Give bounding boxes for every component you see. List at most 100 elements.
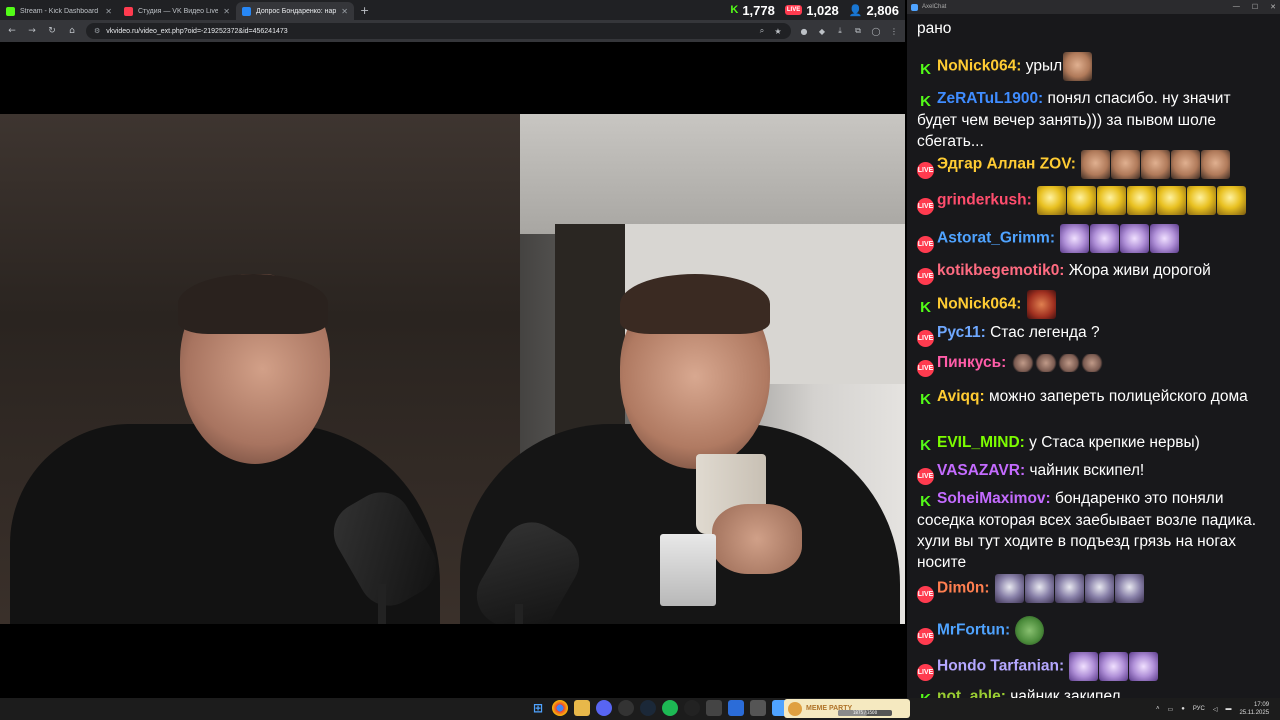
network-icon[interactable]: ▭: [1168, 706, 1174, 713]
kick-platform-icon: K: [920, 437, 931, 454]
chat-username[interactable]: EVIL_MIND:: [937, 434, 1025, 451]
chat-message: K SoheiMaximov: бондаренко это поняли сос…: [917, 488, 1267, 573]
tab-kick-dashboard[interactable]: Stream - Kick Dashboard ✕: [0, 2, 118, 20]
coin-emote-icon: [1097, 186, 1127, 215]
kick-platform-icon: K: [920, 298, 931, 316]
site-info-icon[interactable]: ⚙: [94, 27, 100, 35]
chat-username[interactable]: grinderkush:: [937, 192, 1032, 209]
total-viewers: 👤 2,806: [849, 3, 899, 18]
zoom-icon[interactable]: ⌕: [757, 26, 767, 36]
vk-video-favicon-icon: [242, 6, 251, 16]
chat-message: LIVE Astorat_Grimm:: [917, 224, 1267, 253]
video-player[interactable]: [0, 114, 905, 624]
chat-username[interactable]: Пинкусь:: [937, 354, 1006, 371]
chat-username[interactable]: NoNick064:: [937, 58, 1021, 75]
hand-emote-icon: [1057, 353, 1080, 372]
vk-live-platform-icon: LIVE: [917, 330, 934, 347]
app-icon[interactable]: [750, 700, 766, 716]
forward-icon[interactable]: →: [26, 26, 38, 36]
chat-message-text: у Стаса крепкие нервы): [1029, 434, 1200, 451]
home-icon[interactable]: ⌂: [66, 26, 78, 36]
battery-icon[interactable]: ▬: [1225, 706, 1231, 712]
vk-live-platform-icon: LIVE: [917, 360, 934, 377]
meme-party-widget[interactable]: MEME PARTY 1875 / 3500: [784, 699, 910, 718]
github-icon[interactable]: [684, 700, 700, 716]
chat-message: K NoNick064:: [917, 290, 1267, 319]
chat-username[interactable]: NoNick064:: [937, 296, 1021, 313]
chat-username[interactable]: SoheiMaximov:: [937, 490, 1051, 507]
chat-message: рано: [917, 18, 1267, 39]
chat-window-title: AxelChat: [922, 4, 947, 10]
chrome-icon[interactable]: [552, 700, 568, 716]
owl-emote-icon: [1114, 574, 1144, 603]
kick-favicon-icon: [6, 6, 15, 16]
chat-message: LIVE kotikbegemotik0: Жора живи дорогой: [917, 260, 1267, 285]
download-icon[interactable]: ⤓: [835, 26, 845, 36]
microphone-icon[interactable]: ●: [1181, 706, 1185, 712]
purple-emote-icon: [1099, 652, 1129, 681]
background-window: [520, 114, 905, 234]
chat-message-text: Жора живи дорогой: [1068, 262, 1211, 279]
chat-username[interactable]: kotikbegemotik0:: [937, 262, 1064, 279]
clock[interactable]: 17:09 25.11.2025: [1239, 701, 1269, 717]
page-viewport: [0, 42, 905, 698]
browser-toolbar: ← → ↻ ⌂ ⚙ vkvideo.ru/video_ext.php?oid=-…: [0, 20, 905, 42]
chat-username[interactable]: VASAZAVR:: [937, 462, 1025, 479]
close-icon[interactable]: ✕: [1270, 3, 1276, 11]
purple-emote-icon: [1129, 652, 1159, 681]
chat-message: LIVE Рус11: Стас легенда ?: [917, 322, 1267, 347]
address-bar[interactable]: ⚙ vkvideo.ru/video_ext.php?oid=-21925237…: [86, 23, 791, 39]
chat-username[interactable]: Dim0n:: [937, 580, 990, 597]
chat-username[interactable]: ZeRATuL1900:: [937, 90, 1043, 107]
extension-icon[interactable]: ◆: [817, 27, 827, 36]
coin-emote-icon: [1157, 186, 1187, 215]
minimize-icon[interactable]: —: [1233, 3, 1240, 11]
chat-message: K NoNick064: урыл: [917, 52, 1267, 81]
new-tab-button[interactable]: +: [360, 4, 369, 17]
kick-viewer-count: 1,778: [742, 2, 775, 18]
microphone-stand-left: [378, 584, 386, 624]
kick-platform-icon: K: [920, 60, 931, 78]
app-icon[interactable]: [706, 700, 722, 716]
extension-icon[interactable]: ●: [799, 27, 809, 36]
taskbar: ⊞ MEME PARTY 1875 / 3500 ˄ ▭ ● РУС ◁ ▬ 1…: [0, 698, 1280, 720]
start-icon[interactable]: ⊞: [530, 700, 546, 716]
vk-live-icon: LIVE: [784, 5, 803, 15]
menu-icon[interactable]: ⋮: [889, 27, 899, 36]
tab-vk-studio[interactable]: Студия — VK Видео Live ✕: [118, 2, 236, 20]
close-icon[interactable]: ✕: [341, 7, 348, 16]
chat-username[interactable]: Aviqq:: [937, 388, 985, 405]
chat-username[interactable]: Рус11:: [937, 324, 986, 341]
close-icon[interactable]: ✕: [223, 7, 230, 16]
steam-icon[interactable]: [640, 700, 656, 716]
maximize-icon[interactable]: ☐: [1252, 3, 1258, 11]
back-icon[interactable]: ←: [6, 26, 18, 36]
chat-username[interactable]: MrFortun:: [937, 622, 1010, 639]
widget-progress-text: 1875 / 3500: [852, 710, 878, 715]
chat-username[interactable]: Hondo Tarfanian:: [937, 658, 1064, 675]
owl-emote-icon: [994, 574, 1024, 603]
discord-icon[interactable]: [596, 700, 612, 716]
profile-icon[interactable]: ◯: [871, 27, 881, 36]
volume-icon[interactable]: ◁: [1213, 706, 1218, 713]
purple-emote-icon: [1150, 224, 1180, 253]
obs-icon[interactable]: [618, 700, 634, 716]
vk-live-platform-icon: LIVE: [917, 197, 934, 215]
media-player-icon[interactable]: [728, 700, 744, 716]
file-explorer-icon[interactable]: [574, 700, 590, 716]
chevron-up-icon[interactable]: ˄: [1156, 706, 1160, 712]
reload-icon[interactable]: ↻: [46, 26, 58, 36]
tab-video[interactable]: Допрос Бондаренко: нарк… ✕: [236, 2, 354, 20]
chat-username[interactable]: Astorat_Grimm:: [937, 230, 1055, 247]
language-indicator[interactable]: РУС: [1193, 706, 1205, 712]
bookmark-star-icon[interactable]: ★: [773, 27, 783, 36]
chat-username[interactable]: not_able:: [937, 688, 1006, 698]
tab-label: Допрос Бондаренко: нарк…: [256, 7, 337, 15]
chat-username[interactable]: Эдгар Аллан ZOV:: [937, 156, 1076, 173]
chat-message: LIVE MrFortun:: [917, 616, 1267, 645]
close-icon[interactable]: ✕: [105, 7, 112, 16]
owl-emote-icon: [1024, 574, 1054, 603]
spotify-icon[interactable]: [662, 700, 678, 716]
chat-message-list[interactable]: рано K NoNick064: урыл K ZeRATuL1900: понял …: [907, 14, 1280, 698]
extensions-puzzle-icon[interactable]: ⧉: [853, 26, 863, 36]
